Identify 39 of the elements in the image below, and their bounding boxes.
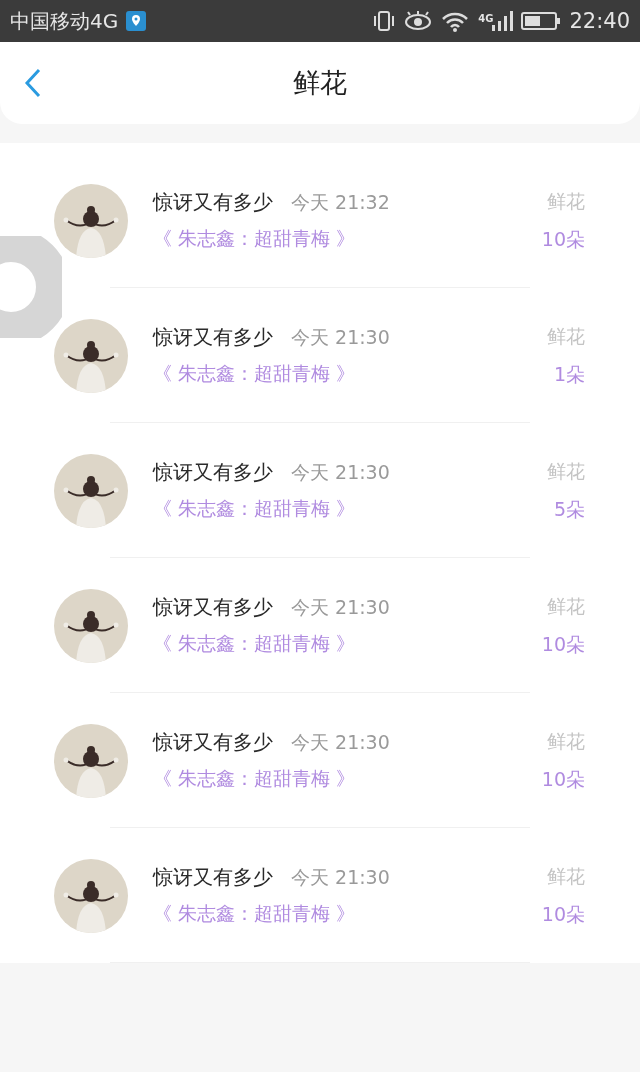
- page-title: 鲜花: [293, 66, 347, 100]
- gift-count: 10朵: [541, 631, 585, 657]
- clock-time: 22:40: [569, 9, 630, 33]
- user-name: 惊讶又有多少: [153, 189, 273, 216]
- gift-type: 鲜花: [547, 863, 585, 889]
- timestamp: 今天 21:30: [291, 595, 390, 620]
- location-icon: [126, 11, 147, 31]
- timestamp: 今天 21:30: [291, 730, 390, 755]
- gift-type: 鲜花: [547, 728, 585, 754]
- work-title-link[interactable]: 《 朱志鑫：超甜青梅 》: [153, 361, 356, 387]
- gift-count: 10朵: [541, 901, 585, 927]
- work-title-link[interactable]: 《 朱志鑫：超甜青梅 》: [153, 901, 356, 927]
- gift-count: 10朵: [541, 766, 585, 792]
- signal-icon: [491, 10, 514, 32]
- user-name: 惊讶又有多少: [153, 324, 273, 351]
- gift-type: 鲜花: [547, 323, 585, 349]
- work-title-link[interactable]: 《 朱志鑫：超甜青梅 》: [153, 226, 356, 252]
- carrier-name: 中国移动4G: [10, 7, 119, 35]
- timestamp: 今天 21:32: [291, 190, 390, 215]
- timestamp: 今天 21:30: [291, 865, 390, 890]
- work-title-link[interactable]: 《 朱志鑫：超甜青梅 》: [153, 766, 356, 792]
- gift-type: 鲜花: [547, 188, 585, 214]
- timestamp: 今天 21:30: [291, 460, 390, 485]
- user-name: 惊讶又有多少: [153, 729, 273, 756]
- work-title-link[interactable]: 《 朱志鑫：超甜青梅 》: [153, 496, 356, 522]
- gift-type: 鲜花: [547, 458, 585, 484]
- user-name: 惊讶又有多少: [153, 594, 273, 621]
- gift-count: 1朵: [553, 361, 585, 387]
- vibrate-icon: [372, 10, 397, 32]
- timestamp: 今天 21:30: [291, 325, 390, 350]
- eye-icon: [404, 11, 433, 31]
- network-type: 4G: [478, 13, 494, 24]
- battery-icon: [521, 11, 562, 31]
- gift-count: 10朵: [541, 226, 585, 252]
- gift-count: 5朵: [553, 496, 585, 522]
- user-name: 惊讶又有多少: [153, 864, 273, 891]
- gift-type: 鲜花: [547, 593, 585, 619]
- user-name: 惊讶又有多少: [153, 459, 273, 486]
- work-title-link[interactable]: 《 朱志鑫：超甜青梅 》: [153, 631, 356, 657]
